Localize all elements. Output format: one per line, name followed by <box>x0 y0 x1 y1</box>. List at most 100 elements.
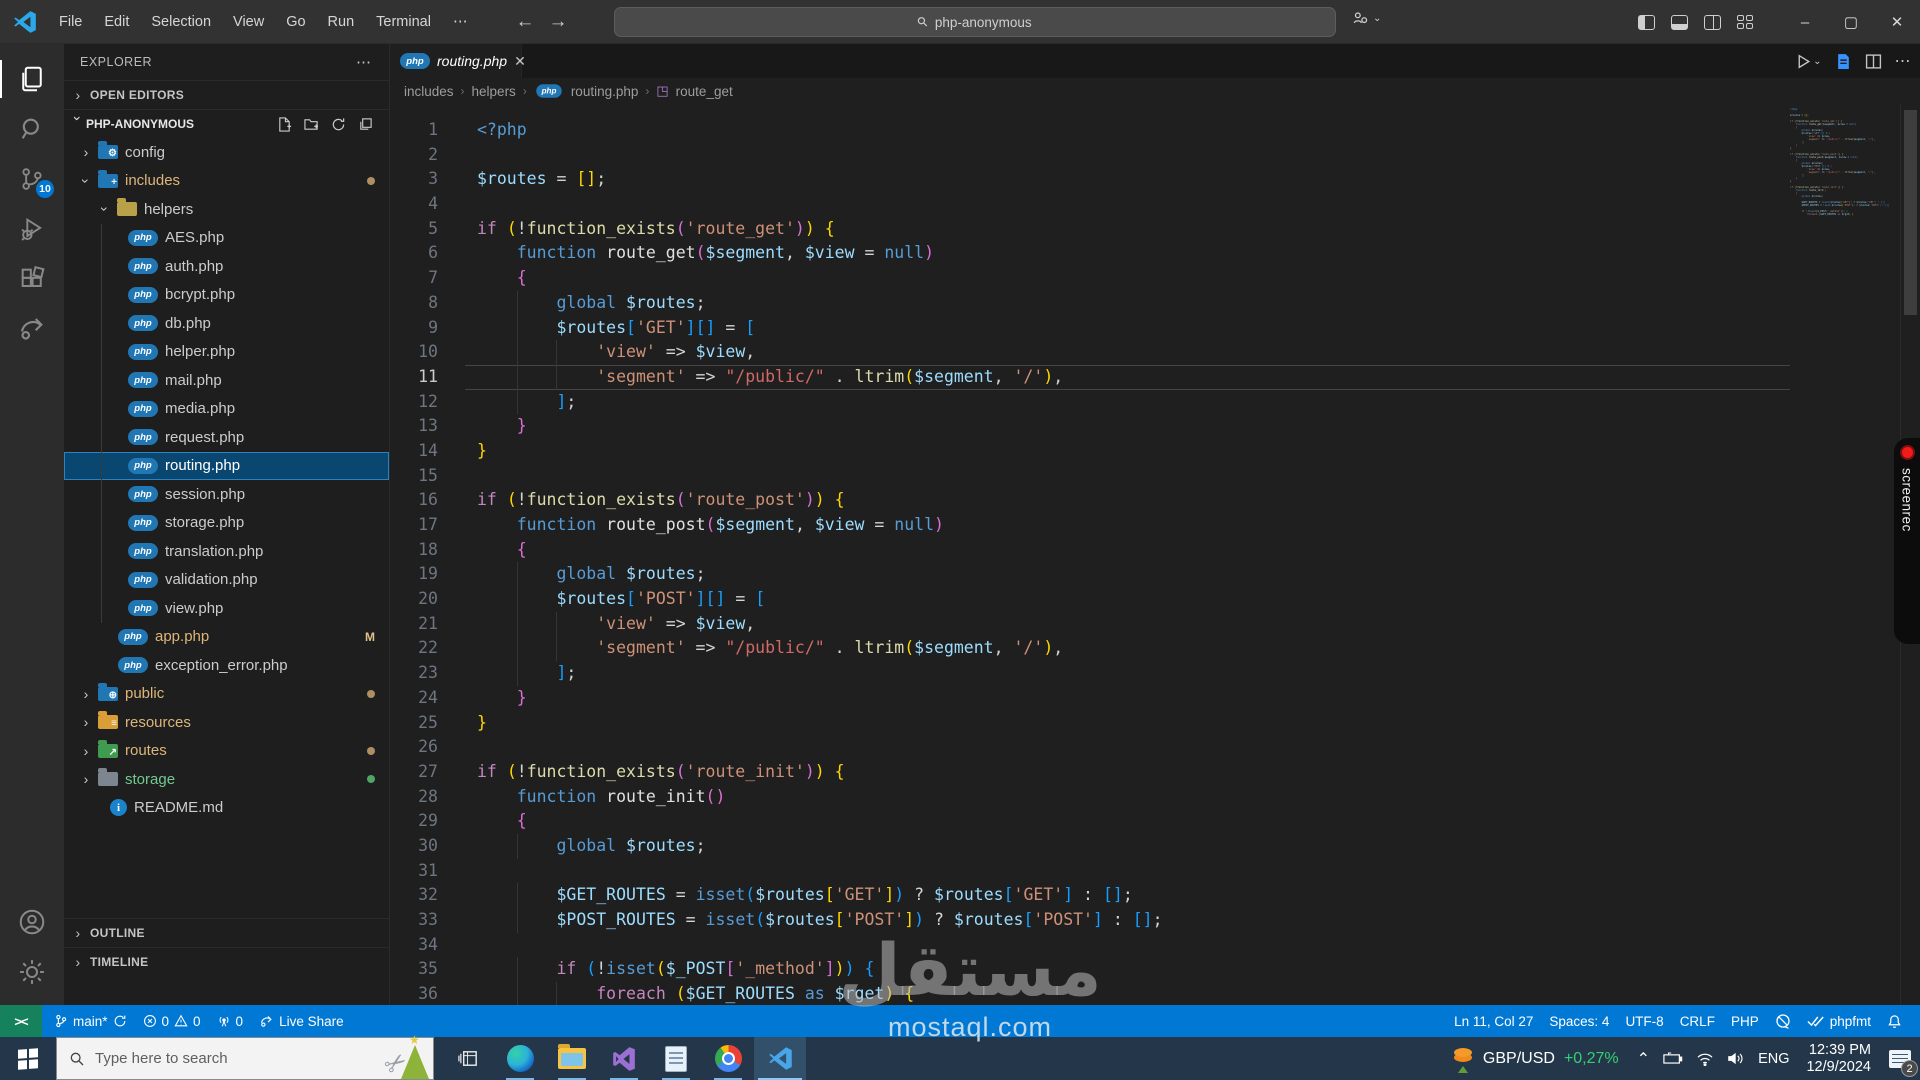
minimap[interactable]: <?php $routes = []; if (!function_exists… <box>1790 104 1900 1005</box>
speaker-icon[interactable] <box>1727 1051 1745 1066</box>
connection-blocked-status[interactable] <box>1767 1005 1799 1037</box>
code-line-17[interactable]: function route_post($segment, $view = nu… <box>465 513 1790 538</box>
tree-item-includes[interactable]: › + includes <box>64 167 389 196</box>
menu-edit[interactable]: Edit <box>93 8 140 36</box>
language-mode-status[interactable]: PHP <box>1723 1005 1767 1037</box>
explorer-icon[interactable] <box>0 54 64 104</box>
start-button[interactable] <box>0 1037 56 1080</box>
restore-button[interactable]: ▢ <box>1828 0 1874 44</box>
back-button[interactable]: ← <box>515 11 534 33</box>
encoding-status[interactable]: UTF-8 <box>1617 1005 1671 1037</box>
tree-item-validation-php[interactable]: php validation.php <box>64 566 389 595</box>
code-line-32[interactable]: $GET_ROUTES = isset($routes['GET']) ? $r… <box>465 883 1790 908</box>
tree-item-session-php[interactable]: php session.php <box>64 480 389 509</box>
explorer-more-actions[interactable]: ⋯ <box>356 53 373 71</box>
tree-item-media-php[interactable]: php media.php <box>64 395 389 424</box>
problems-status[interactable]: 0 0 <box>135 1005 209 1037</box>
project-root-header[interactable]: › PHP-ANONYMOUS <box>64 109 389 138</box>
code-line-16[interactable]: if (!function_exists('route_post')) { <box>465 488 1790 513</box>
customize-layout-icon[interactable] <box>1737 14 1754 30</box>
tree-item-routing-php[interactable]: php routing.php <box>64 451 389 480</box>
menu-selection[interactable]: Selection <box>140 8 222 36</box>
battery-icon[interactable] <box>1663 1052 1683 1065</box>
code-line-3[interactable]: $routes = []; <box>465 167 1790 192</box>
menu-view[interactable]: View <box>222 8 275 36</box>
minimize-button[interactable]: – <box>1782 0 1828 44</box>
search-sidebar-icon[interactable] <box>0 104 64 154</box>
taskbar-search[interactable]: Type here to search ✂ <box>56 1033 434 1080</box>
tree-item-aes-php[interactable]: php AES.php <box>64 224 389 253</box>
forex-ticker[interactable]: GBP/USD +0,27% <box>1442 1047 1629 1073</box>
source-control-icon[interactable]: 10 <box>0 154 64 204</box>
extensions-icon[interactable] <box>0 254 64 304</box>
code-line-30[interactable]: global $routes; <box>465 833 1790 859</box>
task-view-button[interactable] <box>442 1037 494 1080</box>
editor-more-actions-icon[interactable]: ⋯ <box>1895 51 1913 71</box>
tree-item-db-php[interactable]: php db.php <box>64 309 389 338</box>
tree-item-app-php[interactable]: php app.php M <box>64 623 389 652</box>
breadcrumb-item[interactable]: helpers <box>472 84 516 99</box>
breadcrumb-item[interactable]: route_get <box>676 84 733 99</box>
code-line-20[interactable]: $routes['POST'][] = [ <box>465 587 1790 612</box>
code-line-31[interactable] <box>465 859 1790 884</box>
refresh-icon[interactable] <box>331 117 346 132</box>
code-line-7[interactable]: { <box>465 266 1790 291</box>
code-line-1[interactable]: <?php <box>465 118 1790 143</box>
tree-item-config[interactable]: › ⚙ config <box>64 138 389 167</box>
indentation-status[interactable]: Spaces: 4 <box>1541 1005 1617 1037</box>
tree-item-routes[interactable]: › ↗ routes <box>64 737 389 766</box>
code-line-26[interactable] <box>465 735 1790 760</box>
code-line-13[interactable]: } <box>465 414 1790 439</box>
menu-run[interactable]: Run <box>317 8 366 36</box>
tree-item-mail-php[interactable]: php mail.php <box>64 366 389 395</box>
settings-gear-icon[interactable] <box>0 947 64 997</box>
code-line-8[interactable]: global $routes; <box>465 290 1790 316</box>
code-line-22[interactable]: 'segment' => "/public/" . ltrim($segment… <box>465 636 1790 662</box>
taskbar-app-vscode[interactable] <box>754 1037 806 1080</box>
tree-item-public[interactable]: › ⊕ public <box>64 680 389 709</box>
code-editor[interactable]: 1 2 3 4 5 6 7 8 9 10 11 12 13 14 15 16 17 18 19 20 21 22 23 24 2… <box>390 104 1790 1005</box>
breadcrumb-item[interactable]: routing.php <box>571 84 639 99</box>
code-line-35[interactable]: if (!isset($_POST['_method'])) { <box>465 957 1790 983</box>
toggle-panel-icon[interactable] <box>1671 14 1688 30</box>
new-file-icon[interactable] <box>277 116 292 132</box>
close-tab-icon[interactable]: ✕ <box>514 53 526 70</box>
formatter-status[interactable]: phpfmt <box>1799 1005 1879 1037</box>
code-line-33[interactable]: $POST_ROUTES = isset($routes['POST']) ? … <box>465 908 1790 933</box>
taskbar-clock[interactable]: 12:39 PM 12/9/2024 <box>1797 1042 1880 1076</box>
toggle-secondary-sidebar-icon[interactable] <box>1704 14 1721 30</box>
code-line-24[interactable]: } <box>465 686 1790 711</box>
code-line-36[interactable]: foreach ($GET_ROUTES as $rget) { <box>465 982 1790 1005</box>
new-folder-icon[interactable] <box>304 117 319 132</box>
code-line-34[interactable] <box>465 933 1790 958</box>
command-center-search[interactable]: ⚲ php-anonymous <box>614 7 1336 37</box>
notifications-status[interactable] <box>1879 1005 1910 1037</box>
menu-file[interactable]: File <box>48 8 93 36</box>
live-share-icon[interactable] <box>0 304 64 354</box>
tree-item-readme-md[interactable]: i README.md <box>64 794 389 823</box>
taskbar-app-visual-studio[interactable] <box>598 1037 650 1080</box>
code-line-27[interactable]: if (!function_exists('route_init')) { <box>465 760 1790 785</box>
scrollbar-thumb[interactable] <box>1904 110 1917 315</box>
cursor-position-status[interactable]: Ln 11, Col 27 <box>1446 1005 1541 1037</box>
code-line-11[interactable]: 'segment' => "/public/" . ltrim($segment… <box>465 364 1790 390</box>
code-line-28[interactable]: function route_init() <box>465 785 1790 810</box>
taskbar-app-file-explorer[interactable] <box>546 1037 598 1080</box>
code-line-25[interactable]: } <box>465 711 1790 736</box>
code-line-14[interactable]: } <box>465 439 1790 464</box>
run-dropdown-chevron-icon[interactable]: ⌄ <box>1813 56 1821 67</box>
tab-routing-php[interactable]: php routing.php ✕ <box>390 44 526 78</box>
eol-status[interactable]: CRLF <box>1672 1005 1723 1037</box>
tree-item-bcrypt-php[interactable]: php bcrypt.php <box>64 281 389 310</box>
action-center-button[interactable]: 2 <box>1880 1037 1920 1080</box>
git-branch-status[interactable]: main* <box>46 1005 135 1037</box>
code-line-18[interactable]: { <box>465 538 1790 563</box>
collapse-folders-icon[interactable] <box>358 117 373 132</box>
menu-terminal[interactable]: Terminal <box>365 8 442 36</box>
tree-item-helpers[interactable]: › helpers <box>64 195 389 224</box>
tree-item-view-php[interactable]: php view.php <box>64 594 389 623</box>
wifi-icon[interactable] <box>1696 1052 1714 1066</box>
taskbar-app-edge[interactable] <box>494 1037 546 1080</box>
input-language[interactable]: ENG <box>1758 1051 1789 1067</box>
tree-item-helper-php[interactable]: php helper.php <box>64 338 389 367</box>
